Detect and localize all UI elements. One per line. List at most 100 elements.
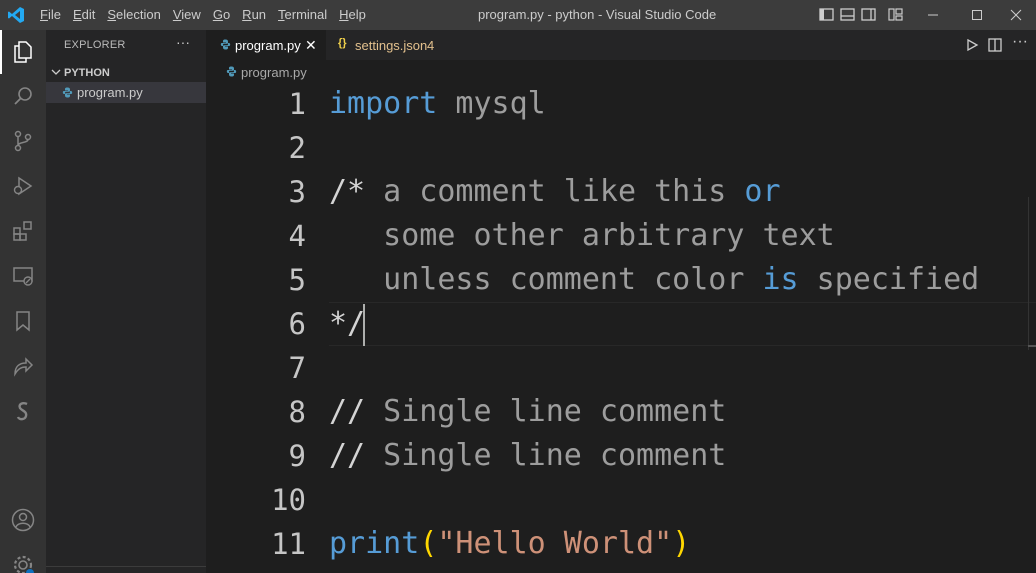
line-number: 7 xyxy=(288,351,306,385)
code-token: Single line comment xyxy=(365,438,727,473)
line-number: 8 xyxy=(288,395,306,429)
run-debug-button[interactable] xyxy=(0,164,46,208)
code-token: // xyxy=(329,438,366,473)
toggle-panel-icon[interactable] xyxy=(839,6,856,23)
line-number: 11 xyxy=(271,527,306,561)
menu-view[interactable]: View xyxy=(167,0,207,30)
explorer-button[interactable] xyxy=(0,30,46,74)
tab-close-icon[interactable]: ✕ xyxy=(305,37,317,54)
code-token: // xyxy=(329,394,366,429)
code-line[interactable]: // Single line comment xyxy=(329,390,726,434)
line-number: 10 xyxy=(271,483,306,517)
live-share-button[interactable] xyxy=(0,344,46,388)
manage-button[interactable] xyxy=(0,543,46,573)
maximize-icon xyxy=(972,10,982,20)
line-number: 1 xyxy=(288,87,306,121)
tab-label: program.py xyxy=(235,38,301,53)
explorer-sidebar: EXPLORER ··· PYTHON program.py xyxy=(46,30,206,573)
code-editor[interactable]: 1 2 3 4 5 6 7 8 9 10 11 import mysql /* a comment l… xyxy=(206,82,1036,573)
menu-bar: File Edit Selection View Go Run Terminal… xyxy=(34,0,372,30)
tab-label: settings.json xyxy=(355,38,428,53)
code-token: or xyxy=(744,174,781,209)
menu-terminal[interactable]: Terminal xyxy=(272,0,333,30)
line-number: 5 xyxy=(288,263,306,297)
text-cursor xyxy=(363,304,365,346)
code-token: specified xyxy=(798,262,980,297)
code-line[interactable]: import mysql xyxy=(329,82,546,126)
code-token: /* xyxy=(329,174,366,209)
code-token: ( xyxy=(419,526,438,561)
code-token: import xyxy=(329,86,438,121)
code-line[interactable]: some other arbitrary text xyxy=(329,214,835,258)
remote-explorer-button[interactable] xyxy=(0,254,46,298)
folder-python[interactable]: PYTHON xyxy=(46,63,206,83)
menu-file[interactable]: File xyxy=(34,0,67,30)
more-actions-icon[interactable]: ··· xyxy=(1012,33,1028,51)
tab-settings-json[interactable]: {} settings.json 4 xyxy=(326,30,456,60)
python-file-icon xyxy=(226,66,237,77)
python-file-icon xyxy=(220,39,231,50)
source-control-button[interactable] xyxy=(0,119,46,163)
explorer-header: EXPLORER xyxy=(64,39,126,51)
tab-program-py[interactable]: program.py ✕ xyxy=(206,30,326,60)
line-number: 6 xyxy=(288,307,306,341)
line-number: 4 xyxy=(288,219,306,253)
search-icon xyxy=(14,87,32,105)
code-token: a comment like this xyxy=(365,174,745,209)
menu-run[interactable]: Run xyxy=(236,0,272,30)
editor-tabs: program.py ✕ {} settings.json 4 ··· xyxy=(206,30,1036,60)
menu-go[interactable]: Go xyxy=(207,0,236,30)
vertical-scrollbar[interactable] xyxy=(1028,197,1036,350)
code-line[interactable]: // Single line comment xyxy=(329,434,726,478)
title-bar: File Edit Selection View Go Run Terminal… xyxy=(0,0,1036,30)
extensions-icon xyxy=(13,221,32,241)
customize-layout-icon[interactable] xyxy=(887,6,904,23)
current-line-highlight xyxy=(329,302,1036,346)
line-number: 9 xyxy=(288,439,306,473)
breadcrumb: program.py xyxy=(206,60,1036,82)
scrollbar-cursor-marker xyxy=(1028,345,1036,347)
code-token: print xyxy=(329,526,420,561)
files-icon xyxy=(14,41,32,63)
split-editor-icon[interactable] xyxy=(987,37,1003,53)
code-line[interactable]: print("Hello World") xyxy=(329,522,690,566)
code-token: is xyxy=(762,262,799,297)
layout-controls xyxy=(818,6,904,23)
s-extension-icon xyxy=(16,402,28,421)
run-file-icon[interactable] xyxy=(964,37,980,53)
account-button[interactable] xyxy=(0,498,46,542)
json-file-icon: {} xyxy=(338,37,347,49)
code-line[interactable]: */ xyxy=(329,302,365,346)
menu-edit[interactable]: Edit xyxy=(67,0,101,30)
toggle-sidebar-icon[interactable] xyxy=(818,6,835,23)
sidebar-divider xyxy=(46,566,206,567)
code-line[interactable]: unless comment color is specified xyxy=(329,258,979,302)
python-file-icon xyxy=(62,87,73,98)
code-token: Single line comment xyxy=(365,394,727,429)
close-window-button[interactable] xyxy=(996,0,1036,30)
line-number: 2 xyxy=(288,131,306,165)
minimize-button[interactable] xyxy=(910,0,956,30)
code-token: unless comment color xyxy=(329,262,763,297)
run-debug-icon xyxy=(13,176,33,196)
bookmark-icon xyxy=(16,311,30,332)
code-line[interactable]: /* a comment like this or xyxy=(329,170,781,214)
remote-explorer-icon xyxy=(13,267,33,286)
code-token: some other arbitrary text xyxy=(329,218,835,253)
breadcrumb-file[interactable]: program.py xyxy=(241,65,307,80)
search-button[interactable] xyxy=(0,74,46,118)
window-title: program.py - python - Visual Studio Code xyxy=(478,7,717,22)
bookmarks-button[interactable] xyxy=(0,299,46,343)
toggle-secondary-sidebar-icon[interactable] xyxy=(860,6,877,23)
file-program-py[interactable]: program.py xyxy=(46,82,206,103)
menu-help[interactable]: Help xyxy=(333,0,372,30)
explorer-more-actions[interactable]: ··· xyxy=(176,34,190,50)
menu-selection[interactable]: Selection xyxy=(101,0,166,30)
problems-badge: 4 xyxy=(427,38,435,53)
s-extension-button[interactable] xyxy=(0,389,46,433)
folder-label: PYTHON xyxy=(64,67,110,79)
extensions-button[interactable] xyxy=(0,209,46,253)
code-token: ) xyxy=(672,526,691,561)
file-label: program.py xyxy=(77,85,143,100)
maximize-button[interactable] xyxy=(954,0,1000,30)
